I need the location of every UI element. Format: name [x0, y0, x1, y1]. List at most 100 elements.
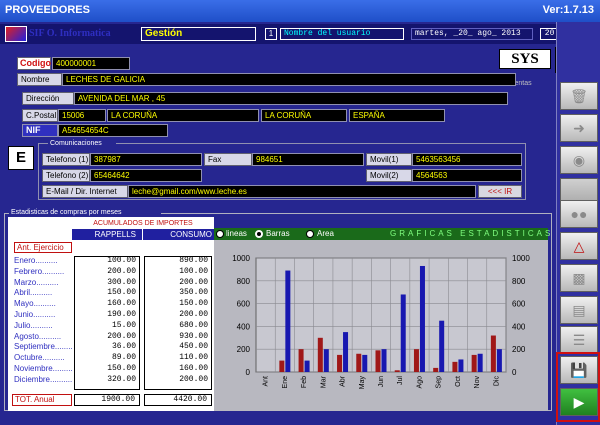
consumo-value: 160.00 — [179, 364, 208, 373]
codigo-label: Codigo — [17, 57, 51, 70]
radio-area[interactable] — [306, 230, 314, 238]
movil1-field[interactable]: 5463563456 — [412, 153, 522, 166]
tel1-label: Telefono (1) — [42, 153, 90, 166]
list-icon[interactable]: ☰ — [560, 326, 598, 354]
fax-label: Fax — [204, 153, 252, 166]
consumo-value: 930.00 — [179, 331, 208, 341]
y-tick-label-right: 600 — [512, 300, 526, 309]
poblacion-field[interactable]: LA CORUÑA — [107, 109, 259, 122]
y-tick-label-right: 0 — [512, 368, 517, 377]
arrow-icon[interactable]: ➜ — [560, 114, 598, 142]
cpostal-label: C.Postal — [22, 109, 58, 122]
date-display: martes, _20_ ago_ 2013 — [411, 28, 533, 40]
movil1-label: Movil(1) — [366, 153, 412, 166]
y-tick-label-right: 1000 — [512, 254, 530, 263]
y-tick-label-left: 1000 — [232, 254, 250, 263]
stats-row-label: Agosto.......... — [14, 331, 62, 341]
radio-lineas[interactable] — [216, 230, 224, 238]
stats-row-label: Enero.......... — [14, 256, 58, 265]
x-tick-label: Ago — [416, 376, 423, 389]
movil2-field[interactable]: 4564563 — [412, 169, 522, 182]
rappels-value: 200.00 — [107, 331, 136, 341]
email-label: E-Mail / Dir. Internet — [42, 185, 128, 198]
chart-icon[interactable]: △ — [560, 232, 598, 260]
graficas-label: GRAFICAS ESTADISTICAS — [390, 229, 554, 238]
movil2-label: Movil(2) — [366, 169, 412, 182]
consumo-value: 350.00 — [179, 288, 208, 298]
y-tick-label-right: 200 — [512, 345, 526, 354]
rappels-value: 36.00 — [111, 342, 136, 352]
fax-field[interactable]: 984651 — [252, 153, 364, 166]
rappels-header: RAPPELLS — [72, 229, 142, 240]
consumo-value: 200.00 — [179, 277, 208, 287]
consumo-value: 450.00 — [179, 342, 208, 352]
provincia-field[interactable]: LA CORUÑA — [261, 109, 347, 122]
e-button[interactable]: E — [8, 146, 34, 170]
sys-button[interactable]: SYS — [499, 49, 551, 69]
chart-area: 0 0 200 200 400 400 600 600 800 800 1000 1000 Ant Ene… — [214, 240, 548, 411]
consumo-value: 110.00 — [179, 353, 208, 363]
bar — [471, 354, 477, 372]
y-tick-label-left: 600 — [237, 300, 251, 309]
bar — [323, 349, 329, 372]
header-bar: SIF O. Informatica Gestión 1 Nombre del … — [0, 24, 588, 44]
stats-row-label: Octubre.......... — [14, 353, 65, 363]
bar — [490, 335, 496, 372]
y-tick-label-left: 400 — [237, 322, 251, 331]
consumo-value: 200.00 — [179, 374, 208, 384]
rappels-value: 100.00 — [107, 256, 136, 265]
document-icon[interactable]: ▤ — [560, 296, 598, 324]
bar — [452, 361, 458, 372]
codigo-field[interactable]: 400000001 — [52, 57, 130, 70]
trash-icon[interactable]: 🗑 — [560, 82, 598, 110]
email-field[interactable]: leche@gmail.com/www.leche.es — [128, 185, 476, 198]
window-title: PROVEEDORES — [5, 4, 90, 16]
binoculars-icon[interactable]: ●● — [560, 200, 598, 228]
card-icon[interactable]: ▩ — [560, 264, 598, 292]
radio-barras-label: Barras — [266, 229, 290, 238]
acumulados-title: ACUMULADOS DE IMPORTES — [93, 220, 193, 227]
nombre-field[interactable]: LECHES DE GALICIA — [62, 73, 516, 86]
pais-field[interactable]: ESPAÑA — [349, 109, 445, 122]
bar — [413, 349, 419, 372]
bar — [477, 353, 483, 372]
radio-barras[interactable] — [255, 230, 263, 238]
x-tick-label: Mar — [320, 375, 327, 388]
stats-row-label: Febrero.......... — [14, 266, 65, 276]
cpostal-field[interactable]: 15006 — [58, 109, 106, 122]
user-number: 1 — [265, 28, 277, 40]
x-tick-label: Ant — [263, 376, 270, 387]
rappels-value: 150.00 — [107, 364, 136, 373]
consumo-value: 200.00 — [179, 310, 208, 319]
tel2-label: Telefono (2) — [42, 169, 90, 182]
bar — [400, 294, 406, 372]
y-tick-label-left: 800 — [237, 277, 251, 286]
ir-button[interactable]: <<< IR — [478, 185, 522, 198]
x-tick-label: Nov — [474, 376, 481, 389]
exit-icon[interactable]: ▶ — [560, 388, 598, 416]
plot-area — [255, 257, 507, 373]
company-name: SIF O. Informatica — [29, 28, 111, 39]
x-tick-label: Sep — [436, 376, 443, 389]
x-tick-label: Jun — [378, 376, 385, 387]
x-tick-label: May — [359, 376, 366, 390]
tel2-field[interactable]: 65464642 — [90, 169, 202, 182]
x-tick-label: Oct — [455, 376, 462, 387]
save-icon[interactable]: 💾 — [560, 356, 598, 384]
nombre-label: Nombre — [17, 73, 62, 86]
nif-field[interactable]: A54654654C — [58, 124, 168, 137]
bar — [304, 360, 310, 372]
x-tick-label: Jul — [397, 376, 404, 385]
direccion-field[interactable]: AVENIDA DEL MAR , 45 — [74, 92, 508, 105]
consumo-value: 100.00 — [179, 266, 208, 276]
eye-icon[interactable]: ◉ — [560, 146, 598, 174]
tel1-field[interactable]: 387987 — [90, 153, 202, 166]
bar — [458, 359, 464, 372]
stats-row-label: Diciembre.......... — [14, 374, 72, 384]
direccion-label: Dirección — [22, 92, 74, 105]
y-tick-label-left: 200 — [237, 345, 251, 354]
logo-icon — [5, 26, 27, 42]
stats-row-label: Junio.......... — [14, 310, 56, 319]
radio-lineas-label: lineas — [226, 229, 247, 238]
y-tick-label-right: 400 — [512, 322, 526, 331]
